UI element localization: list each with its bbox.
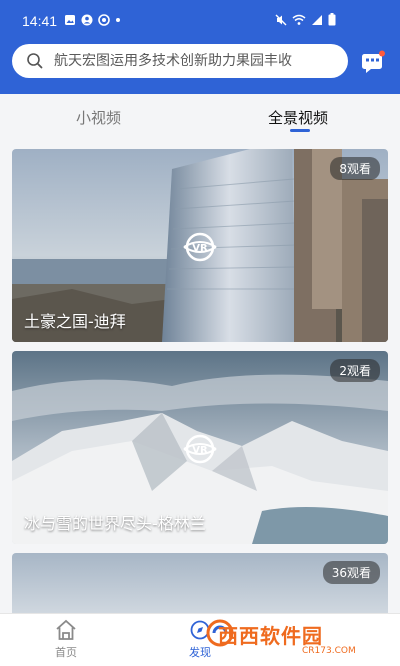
- notification-icons: [64, 14, 121, 26]
- video-card[interactable]: VR 8观看 土豪之国-迪拜: [12, 149, 388, 342]
- active-tab-indicator: [290, 129, 310, 132]
- search-bar[interactable]: [12, 44, 348, 78]
- sync-icon: [98, 14, 110, 26]
- message-icon[interactable]: [360, 50, 386, 74]
- home-icon: [56, 619, 76, 640]
- view-count: 2观看: [330, 359, 380, 382]
- svg-text:VR: VR: [192, 243, 208, 254]
- view-count: 8观看: [330, 157, 380, 180]
- svg-text:VR: VR: [192, 445, 208, 456]
- search-icon: [27, 53, 43, 69]
- vr-icon: VR: [183, 434, 217, 464]
- nav-home[interactable]: 首页: [36, 618, 96, 660]
- nav-home-label: 首页: [55, 646, 77, 659]
- watermark-brand: 西西软件园: [218, 624, 323, 648]
- gallery-icon: [65, 15, 75, 25]
- battery-icon: [328, 13, 336, 26]
- watermark-url: CR173.COM: [302, 646, 356, 656]
- mute-icon: [275, 14, 287, 25]
- account-icon: [81, 14, 93, 26]
- view-count: 36观看: [322, 561, 380, 584]
- status-bar: 14:41: [0, 0, 400, 34]
- dot-icon: [116, 18, 120, 22]
- status-time: 14:41: [22, 13, 58, 29]
- signal-icon: [312, 14, 322, 25]
- app-header: 14:41: [0, 0, 400, 94]
- video-title: 冰与雪的世界尽头-格林兰: [24, 514, 206, 533]
- video-card[interactable]: VR 2观看 冰与雪的世界尽头-格林兰: [12, 351, 388, 544]
- vr-icon: VR: [183, 232, 217, 262]
- tab-panorama-video[interactable]: 全景视频: [268, 107, 328, 128]
- video-title: 土豪之国-迪拜: [24, 312, 126, 331]
- tab-short-video[interactable]: 小视频: [76, 107, 121, 128]
- video-tabs: 小视频 全景视频: [0, 94, 400, 140]
- video-card[interactable]: 36观看: [12, 553, 388, 613]
- search-input[interactable]: [54, 53, 334, 69]
- wifi-icon: [292, 14, 306, 25]
- system-icons: [275, 13, 336, 26]
